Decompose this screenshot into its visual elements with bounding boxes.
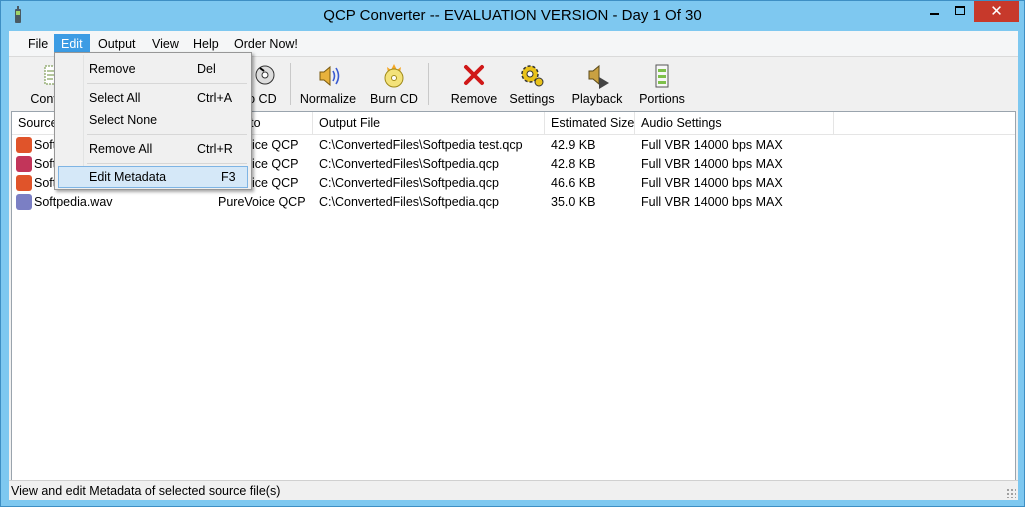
normalize-button[interactable]: Normalize xyxy=(299,63,357,107)
settings-button[interactable]: Settings xyxy=(509,63,555,107)
column-output-file[interactable]: Output File xyxy=(313,112,545,134)
playback-button[interactable]: Playback xyxy=(571,63,623,107)
toolbar-separator xyxy=(290,63,291,105)
burn-cd-icon xyxy=(384,64,404,88)
playback-icon xyxy=(588,64,609,89)
menu-item-remove-all[interactable]: Remove All Ctrl+R xyxy=(58,138,248,160)
title-bar[interactable]: QCP Converter -- EVALUATION VERSION - Da… xyxy=(1,1,1024,31)
menu-item-select-none[interactable]: Select None xyxy=(58,109,248,131)
column-estimated-size[interactable]: Estimated Size xyxy=(545,112,635,134)
status-text: View and edit Metadata of selected sourc… xyxy=(11,484,281,498)
menu-file[interactable]: File xyxy=(21,34,55,54)
maximize-icon xyxy=(955,6,965,15)
menu-view[interactable]: View xyxy=(145,34,186,54)
minimize-icon xyxy=(930,13,939,15)
audio-file-icon xyxy=(16,137,32,153)
close-button[interactable]: ✕ xyxy=(974,1,1019,22)
normalize-icon xyxy=(319,65,340,87)
portions-icon xyxy=(655,64,669,88)
table-row[interactable]: Softpedia.wav PureVoice QCP C:\Converted… xyxy=(12,193,1015,212)
settings-icon xyxy=(521,65,544,87)
edit-menu-dropdown: Remove Del Select All Ctrl+A Select None… xyxy=(54,52,252,190)
video-file-icon xyxy=(16,156,32,172)
portions-button[interactable]: Portions xyxy=(637,63,687,107)
menu-edit[interactable]: Edit xyxy=(54,34,90,54)
remove-icon xyxy=(464,65,484,85)
menu-separator xyxy=(87,83,247,84)
column-audio-settings[interactable]: Audio Settings xyxy=(635,112,834,134)
menu-output[interactable]: Output xyxy=(91,34,143,54)
status-bar: View and edit Metadata of selected sourc… xyxy=(9,480,1018,500)
app-window: QCP Converter -- EVALUATION VERSION - Da… xyxy=(0,0,1025,507)
menu-item-select-all[interactable]: Select All Ctrl+A xyxy=(58,87,248,109)
menu-separator xyxy=(87,163,247,164)
menu-separator xyxy=(87,134,247,135)
toolbar-separator xyxy=(428,63,429,105)
audio-file-icon xyxy=(16,175,32,191)
remove-button[interactable]: Remove xyxy=(445,63,503,107)
menu-order-now[interactable]: Order Now! xyxy=(227,34,305,54)
minimize-button[interactable] xyxy=(921,1,948,22)
burn-cd-button[interactable]: Burn CD xyxy=(369,63,419,107)
menu-item-remove[interactable]: Remove Del xyxy=(58,58,248,80)
resize-grip[interactable] xyxy=(1006,488,1016,498)
window-title: QCP Converter -- EVALUATION VERSION - Da… xyxy=(323,7,702,24)
menu-help[interactable]: Help xyxy=(186,34,226,54)
maximize-button[interactable] xyxy=(947,1,974,22)
close-icon: ✕ xyxy=(990,3,1003,20)
wav-file-icon xyxy=(16,194,32,210)
menu-item-edit-metadata[interactable]: Edit Metadata F3 xyxy=(58,166,248,188)
